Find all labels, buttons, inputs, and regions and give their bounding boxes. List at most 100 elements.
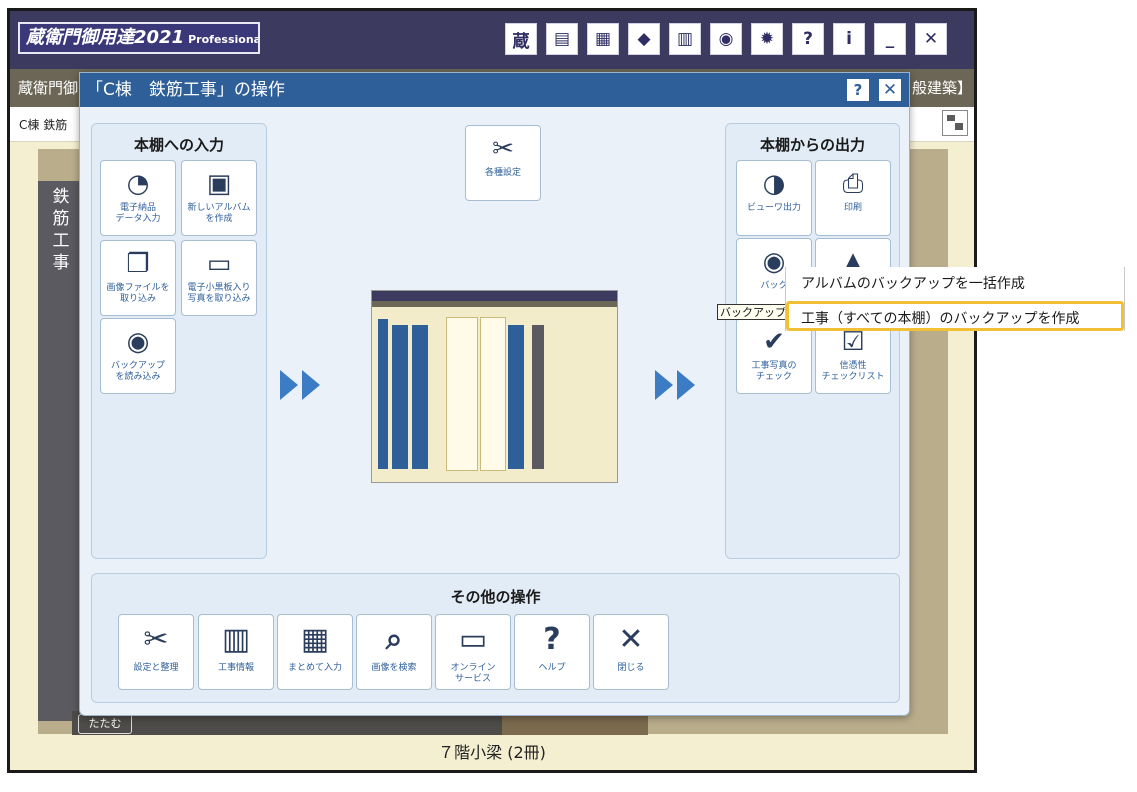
button-label: オンライン サービス [450, 663, 496, 684]
other-operations-panel: その他の操作 ✂ 設定と整理 ▥ 工事情報 ▦ まとめて入力 ⌕ 画像を検索 ▭… [91, 573, 900, 703]
building-info-icon[interactable]: ▥ [669, 23, 701, 55]
flow-arrow-icon [302, 370, 320, 400]
operation-dialog: 「C棟 鉄筋工事」の操作 ? ✕ 本棚への入力 ◔ 電子納品 データ入力 ▣ 新… [79, 72, 910, 716]
blackboard-icon: ▭ [206, 249, 232, 279]
menu-item-construction-backup[interactable]: 工事（すべての本棚）のバックアップを作成 [786, 301, 1124, 331]
search-icon: ⌕ [385, 622, 403, 657]
import-image-files-button[interactable]: ❐ 画像ファイルを 取り込み [100, 240, 176, 316]
photo-check-icon: ✔ [763, 327, 785, 357]
viewer-output-icon: ◑ [762, 169, 786, 199]
output-panel: 本棚からの出力 ◑ ビューワ出力 ⎙ 印刷 ◉ バック ▲ ✔ 工事写真の チェ… [725, 123, 900, 559]
app-title-suffix: Professional [188, 33, 260, 46]
printer-icon: ⎙ [842, 169, 864, 199]
input-panel-title: 本棚への入力 [133, 136, 224, 154]
bookshelf-preview-image [371, 290, 618, 483]
close-dialog-button[interactable]: ✕ 閉じる [593, 614, 669, 690]
help-button[interactable]: ? ヘルプ [514, 614, 590, 690]
tile-label: 工事写真の チェック [751, 361, 797, 382]
button-label: 工事情報 [217, 663, 254, 673]
app-title-text: 蔵衛門御用達2021 [26, 27, 185, 48]
tile-label: バックアップ を読み込み [110, 361, 165, 382]
flow-arrow-icon [677, 370, 695, 400]
tree-view-icon[interactable] [942, 110, 968, 136]
dialog-title: 「C棟 鉄筋工事」の操作 [86, 80, 285, 100]
batch-input-icon: ▦ [300, 622, 330, 657]
button-label: 閉じる [617, 663, 645, 673]
image-files-icon: ❐ [126, 249, 150, 279]
breadcrumb: C棟 鉄筋 [19, 118, 68, 132]
shelf-spine-text: 鉄筋工事 [52, 187, 70, 273]
tile-label: 各種設定 [484, 168, 521, 178]
calendar-board-icon[interactable]: ▦ [587, 23, 619, 55]
preview-book [508, 325, 524, 469]
app-title: 蔵衛門御用達2021 Professional [18, 22, 260, 54]
preview-book [412, 325, 428, 469]
preview-title-bar [372, 291, 617, 301]
button-label: ヘルプ [538, 663, 566, 673]
info-icon[interactable]: i [833, 23, 865, 55]
dialog-help-button[interactable]: ? [847, 79, 869, 101]
button-label: まとめて入力 [287, 663, 342, 673]
batch-input-button[interactable]: ▦ まとめて入力 [277, 614, 353, 690]
preview-sub-bar [372, 301, 617, 307]
window-icon[interactable]: ▤ [546, 23, 578, 55]
construction-info-button[interactable]: ▥ 工事情報 [198, 614, 274, 690]
backup-load-icon: ◉ [126, 327, 150, 357]
settings-button[interactable]: ✂ 各種設定 [465, 125, 541, 201]
question-icon: ? [543, 622, 561, 657]
settings-organize-button[interactable]: ✂ 設定と整理 [118, 614, 194, 690]
backup-disc-icon[interactable]: ◉ [710, 23, 742, 55]
dialog-title-bar: 「C棟 鉄筋工事」の操作 [80, 73, 909, 107]
close-x-icon: ✕ [618, 622, 644, 657]
construction-name: 蔵衛門御 [18, 79, 79, 97]
preview-book [480, 317, 506, 471]
flow-arrow-icon [280, 370, 298, 400]
other-panel-title: その他の操作 [450, 588, 541, 606]
preview-book [532, 325, 544, 469]
gear-icon[interactable]: ✹ [751, 23, 783, 55]
tile-label: ビューワ出力 [746, 203, 801, 213]
collapse-button[interactable]: たたむ [78, 714, 132, 734]
new-album-button[interactable]: ▣ 新しいアルバム を作成 [181, 160, 257, 236]
print-button[interactable]: ⎙ 印刷 [815, 160, 891, 236]
backup-tooltip: バックアップ [717, 304, 789, 320]
tools-icon: ✂ [143, 622, 169, 657]
title-bar: 蔵衛門御用達2021 Professional 蔵 ▤ ▦ ◆ ▥ ◉ ✹ ? i… [10, 11, 974, 69]
help-book-icon[interactable]: ? [792, 23, 824, 55]
tile-label: 電子小黒板入り 写真を取り込み [187, 283, 251, 304]
tile-label: 電子納品 データ入力 [115, 203, 161, 224]
flow-arrow-icon [655, 370, 673, 400]
construction-type: 般建築】 [911, 79, 972, 97]
minimize-icon[interactable]: _ [874, 23, 906, 55]
preview-book [446, 317, 478, 471]
close-icon[interactable]: ✕ [915, 23, 947, 55]
kura-cloud-icon[interactable]: 蔵 [505, 23, 537, 55]
electronic-data-icon: ◔ [126, 169, 150, 199]
shelf-spine-label: 鉄筋工事 [48, 186, 74, 276]
construction-info-icon: ▥ [221, 622, 251, 657]
output-panel-title: 本棚からの出力 [759, 136, 865, 154]
input-panel: 本棚への入力 ◔ 電子納品 データ入力 ▣ 新しいアルバム を作成 ❐ 画像ファ… [91, 123, 267, 559]
import-blackboard-photos-button[interactable]: ▭ 電子小黒板入り 写真を取り込み [181, 240, 257, 316]
button-label: 設定と整理 [133, 663, 179, 673]
tile-label: 画像ファイルを 取り込み [106, 283, 170, 304]
split-arrows-icon[interactable]: ◆ [628, 23, 660, 55]
new-album-icon: ▣ [206, 169, 232, 199]
preview-book [392, 325, 408, 469]
import-electronic-data-button[interactable]: ◔ 電子納品 データ入力 [100, 160, 176, 236]
menu-item-album-backup[interactable]: アルバムのバックアップを一括作成 [786, 269, 1124, 299]
shelf-name-label: ７階小梁 (2冊) [438, 743, 546, 762]
tile-label: 印刷 [843, 203, 862, 213]
button-label: 画像を検索 [371, 663, 417, 673]
load-backup-button[interactable]: ◉ バックアップ を読み込み [100, 318, 176, 394]
tile-label: 新しいアルバム を作成 [187, 203, 251, 224]
preview-book [378, 319, 388, 469]
online-service-icon: ▭ [458, 622, 488, 657]
backup-context-menu: アルバムのバックアップを一括作成 工事（すべての本棚）のバックアップを作成 [785, 267, 1125, 331]
image-search-button[interactable]: ⌕ 画像を検索 [356, 614, 432, 690]
viewer-output-button[interactable]: ◑ ビューワ出力 [736, 160, 812, 236]
tile-label: 信憑性 チェックリスト [821, 361, 885, 382]
online-service-button[interactable]: ▭ オンライン サービス [435, 614, 511, 690]
dialog-close-button[interactable]: ✕ [879, 79, 901, 101]
settings-icon: ✂ [492, 134, 514, 164]
